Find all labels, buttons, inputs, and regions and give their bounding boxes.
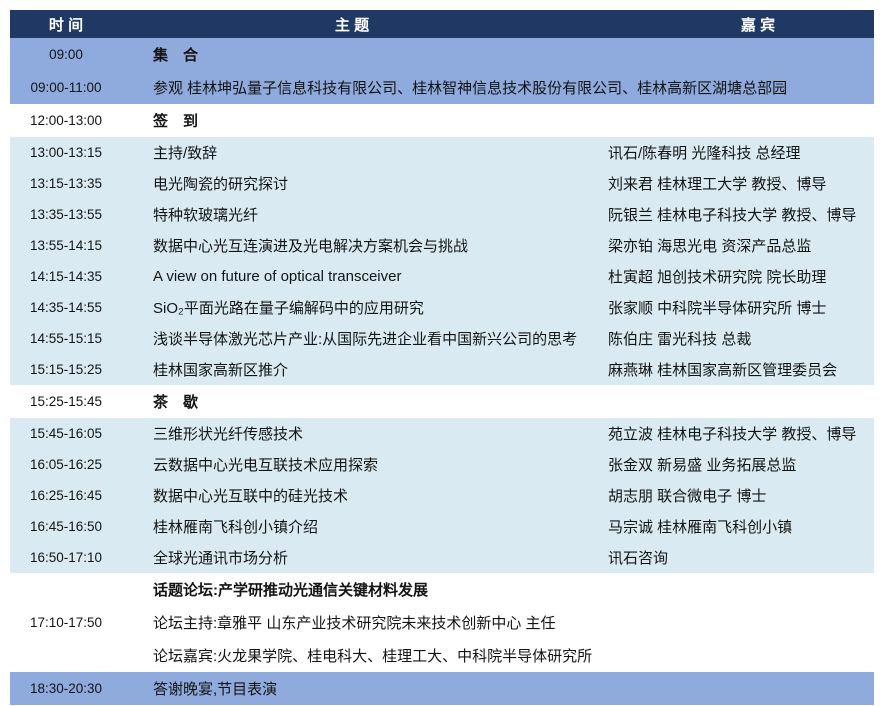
row-topic: 全球光通讯市场分析: [122, 547, 608, 568]
table-row: 14:15-14:35 A view on future of optical …: [10, 261, 874, 292]
row-guest: 胡志朋 联合微电子 博士: [608, 485, 874, 506]
table-row: 14:35-14:55 SiO₂平面光路在量子编解码中的应用研究 张家顺 中科院…: [10, 292, 874, 323]
row-topic: 茶 歇: [122, 391, 874, 412]
row-guest: 麻燕琳 桂林国家高新区管理委员会: [608, 359, 874, 380]
table-row: 16:45-16:50 桂林雁南飞科创小镇介绍 马宗诚 桂林雁南飞科创小镇: [10, 511, 874, 542]
row-time: 16:45-16:50: [10, 519, 122, 534]
row-topic: 数据中心光互连演进及光电解决方案机会与挑战: [122, 235, 608, 256]
table-row: 18:30-20:30 答谢晚宴,节目表演: [10, 672, 874, 705]
table-row: 12:00-13:00 签 到: [10, 104, 874, 137]
table-row: 13:00-13:15 主持/致辞 讯石/陈春明 光隆科技 总经理: [10, 137, 874, 168]
row-time: 15:45-16:05: [10, 426, 122, 441]
row-time: 16:05-16:25: [10, 457, 122, 472]
table-row: 话题论坛:产学研推动光通信关键材料发展: [10, 573, 874, 606]
row-guest: 杜寅超 旭创技术研究院 院长助理: [608, 266, 874, 287]
table-row: 15:15-15:25 桂林国家高新区推介 麻燕琳 桂林国家高新区管理委员会: [10, 354, 874, 385]
row-guest: 马宗诚 桂林雁南飞科创小镇: [608, 516, 874, 537]
row-topic: 云数据中心光电互联技术应用探索: [122, 454, 608, 475]
row-time: 13:55-14:15: [10, 238, 122, 253]
row-time: 14:55-15:15: [10, 331, 122, 346]
header-topic-column: 主 题: [122, 14, 608, 35]
row-topic: 桂林雁南飞科创小镇介绍: [122, 516, 608, 537]
row-topic: 特种软玻璃光纤: [122, 204, 608, 225]
row-topic: 话题论坛:产学研推动光通信关键材料发展: [122, 579, 874, 600]
row-topic: 主持/致辞: [122, 142, 608, 163]
row-guest: 梁亦铂 海思光电 资深产品总监: [608, 235, 874, 256]
row-topic: 参观 桂林坤弘量子信息科技有限公司、桂林智神信息技术股份有限公司、桂林高新区湖塘…: [122, 77, 874, 98]
table-row: 15:45-16:05 三维形状光纤传感技术 苑立波 桂林电子科技大学 教授、博…: [10, 418, 874, 449]
row-topic: 论坛嘉宾:火龙果学院、桂电科大、桂理工大、中科院半导体研究所: [122, 645, 874, 666]
table-row: 16:50-17:10 全球光通讯市场分析 讯石咨询: [10, 542, 874, 573]
row-time: 15:15-15:25: [10, 362, 122, 377]
table-row: 14:55-15:15 浅谈半导体激光芯片产业:从国际先进企业看中国新兴公司的思…: [10, 323, 874, 354]
table-row: 论坛嘉宾:火龙果学院、桂电科大、桂理工大、中科院半导体研究所: [10, 639, 874, 672]
row-time: 13:00-13:15: [10, 145, 122, 160]
row-guest: 讯石/陈春明 光隆科技 总经理: [608, 142, 874, 163]
row-time: 13:35-13:55: [10, 207, 122, 222]
table-row: 09:00-11:00 参观 桂林坤弘量子信息科技有限公司、桂林智神信息技术股份…: [10, 71, 874, 104]
table-row: 13:55-14:15 数据中心光互连演进及光电解决方案机会与挑战 梁亦铂 海思…: [10, 230, 874, 261]
table-row: 13:15-13:35 电光陶瓷的研究探讨 刘来君 桂林理工大学 教授、博导: [10, 168, 874, 199]
row-time: 14:15-14:35: [10, 269, 122, 284]
row-time: 12:00-13:00: [10, 113, 122, 128]
table-row: 13:35-13:55 特种软玻璃光纤 阮银兰 桂林电子科技大学 教授、博导: [10, 199, 874, 230]
row-time: 17:10-17:50: [10, 615, 122, 630]
row-topic: 论坛主持:章雅平 山东产业技术研究院未来技术创新中心 主任: [122, 612, 874, 633]
row-guest: 阮银兰 桂林电子科技大学 教授、博导: [608, 204, 874, 225]
row-topic: SiO₂平面光路在量子编解码中的应用研究: [122, 297, 608, 318]
row-topic: A view on future of optical transceiver: [122, 268, 608, 285]
row-time: 18:30-20:30: [10, 681, 122, 696]
row-guest: 张金双 新易盛 业务拓展总监: [608, 454, 874, 475]
row-topic: 浅谈半导体激光芯片产业:从国际先进企业看中国新兴公司的思考: [122, 328, 608, 349]
row-guest: 刘来君 桂林理工大学 教授、博导: [608, 173, 874, 194]
row-time: 16:25-16:45: [10, 488, 122, 503]
table-row: 17:10-17:50 论坛主持:章雅平 山东产业技术研究院未来技术创新中心 主…: [10, 606, 874, 639]
row-guest: 陈伯庄 雷光科技 总裁: [608, 328, 874, 349]
row-guest: 张家顺 中科院半导体研究所 博士: [608, 297, 874, 318]
table-row: 16:05-16:25 云数据中心光电互联技术应用探索 张金双 新易盛 业务拓展…: [10, 449, 874, 480]
table-body: 09:00 集 合 09:00-11:00 参观 桂林坤弘量子信息科技有限公司、…: [10, 38, 874, 705]
row-time: 14:35-14:55: [10, 300, 122, 315]
row-topic: 签 到: [122, 110, 874, 131]
header-time-column: 时 间: [10, 14, 122, 35]
row-guest: 苑立波 桂林电子科技大学 教授、博导: [608, 423, 874, 444]
row-time: 09:00-11:00: [10, 80, 122, 95]
header-guest-column: 嘉 宾: [608, 14, 874, 35]
row-topic: 三维形状光纤传感技术: [122, 423, 608, 444]
row-topic: 电光陶瓷的研究探讨: [122, 173, 608, 194]
row-topic: 答谢晚宴,节目表演: [122, 678, 874, 699]
table-row: 15:25-15:45 茶 歇: [10, 385, 874, 418]
conference-agenda-table: 时 间 主 题 嘉 宾 09:00 集 合 09:00-11:00 参观 桂林坤…: [10, 10, 874, 705]
table-row: 16:25-16:45 数据中心光互联中的硅光技术 胡志朋 联合微电子 博士: [10, 480, 874, 511]
row-time: 09:00: [10, 47, 122, 62]
row-topic: 数据中心光互联中的硅光技术: [122, 485, 608, 506]
row-guest: 讯石咨询: [608, 547, 874, 568]
row-topic: 集 合: [122, 44, 874, 65]
table-header-row: 时 间 主 题 嘉 宾: [10, 10, 874, 38]
row-time: 16:50-17:10: [10, 550, 122, 565]
table-row: 09:00 集 合: [10, 38, 874, 71]
row-time: 13:15-13:35: [10, 176, 122, 191]
row-topic: 桂林国家高新区推介: [122, 359, 608, 380]
row-time: 15:25-15:45: [10, 394, 122, 409]
